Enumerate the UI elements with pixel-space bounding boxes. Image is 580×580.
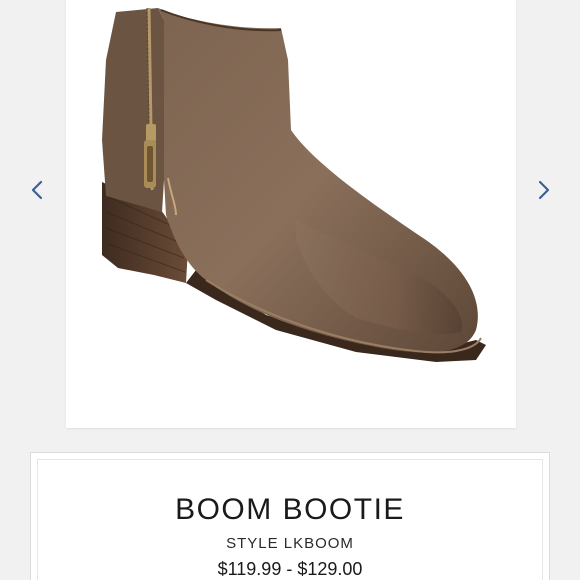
- product-page: BOOM BOOTIE STYLE LKBOOM $119.99 - $129.…: [0, 0, 580, 580]
- product-title: BOOM BOOTIE: [175, 493, 405, 526]
- product-price: $119.99 - $129.00: [217, 559, 363, 579]
- product-image-card[interactable]: [66, 0, 516, 428]
- product-image: [102, 7, 486, 362]
- product-info-card: BOOM BOOTIE STYLE LKBOOM $119.99 - $129.…: [30, 452, 550, 580]
- product-info-inner: BOOM BOOTIE STYLE LKBOOM $119.99 - $129.…: [37, 459, 543, 580]
- product-style-code: STYLE LKBOOM: [226, 535, 354, 552]
- chevron-right-icon: [538, 180, 550, 200]
- chevron-left-icon: [31, 180, 43, 200]
- carousel-next-button[interactable]: [531, 175, 557, 205]
- carousel-prev-button[interactable]: [24, 175, 50, 205]
